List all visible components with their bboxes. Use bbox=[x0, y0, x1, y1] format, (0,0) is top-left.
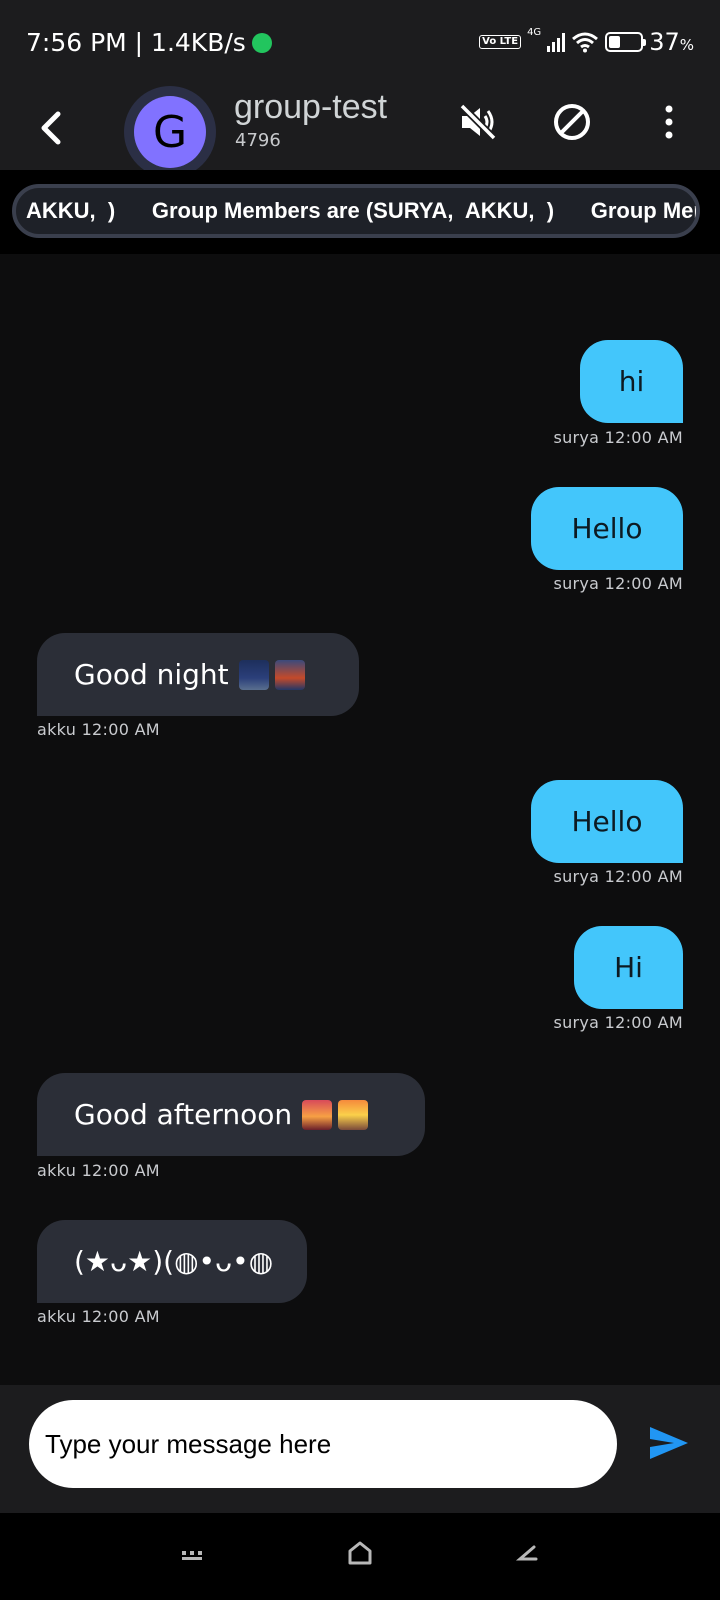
home-icon bbox=[348, 1541, 372, 1565]
message-text: (★ᴗ★)(◍•ᴗ•◍ bbox=[74, 1245, 274, 1278]
message-bubble-incoming[interactable]: (★ᴗ★)(◍•ᴗ•◍ bbox=[37, 1220, 307, 1303]
back-button[interactable] bbox=[30, 102, 74, 154]
status-right: Vo LTE 4G 37% bbox=[479, 26, 694, 56]
send-icon bbox=[650, 1427, 688, 1459]
message-text: Hello bbox=[571, 805, 643, 838]
message-meta: surya 12:00 AM bbox=[553, 428, 683, 447]
members-marquee-text: AKKU, ) Group Members are (SURYA, AKKU, … bbox=[26, 198, 700, 223]
night-city-emoji bbox=[238, 659, 269, 690]
message-bubble-incoming[interactable]: Good afternoon bbox=[37, 1073, 425, 1156]
battery-fill bbox=[609, 36, 621, 48]
group-code: 4796 bbox=[235, 130, 281, 151]
group-name[interactable]: group-test bbox=[234, 88, 387, 127]
status-time-speed: 7:56 PM | 1.4KB/s bbox=[26, 28, 246, 57]
message-text: Hello bbox=[571, 512, 643, 545]
message-bubble-outgoing[interactable]: Hi bbox=[574, 926, 683, 1009]
message-meta: akku 12:00 AM bbox=[37, 1307, 160, 1326]
members-marquee-bar: AKKU, ) Group Members are (SURYA, AKKU, … bbox=[0, 170, 720, 254]
message-text: Good afternoon bbox=[74, 1098, 293, 1131]
chat-header: G group-test 4796 bbox=[0, 86, 720, 178]
message-input[interactable] bbox=[29, 1400, 617, 1488]
signal-icon bbox=[547, 32, 566, 52]
volte-badge: Vo LTE bbox=[479, 35, 522, 49]
more-vert-icon bbox=[665, 105, 673, 139]
members-marquee: AKKU, ) Group Members are (SURYA, AKKU, … bbox=[12, 184, 700, 238]
message-text: Good night bbox=[74, 658, 229, 691]
sunrise-over-mountains-emoji bbox=[338, 1099, 369, 1130]
recents-icon bbox=[182, 1551, 202, 1560]
message-meta: surya 12:00 AM bbox=[553, 574, 683, 593]
composer-bar bbox=[0, 1385, 720, 1513]
message-meta: surya 12:00 AM bbox=[553, 867, 683, 886]
battery-icon bbox=[605, 32, 647, 52]
mute-icon bbox=[459, 103, 497, 141]
city-sunset-emoji bbox=[302, 1099, 333, 1130]
message-text: Hi bbox=[614, 951, 643, 984]
battery-percent: 37% bbox=[649, 28, 694, 56]
wifi-icon bbox=[572, 32, 599, 53]
send-button[interactable] bbox=[646, 1421, 692, 1465]
message-bubble-incoming[interactable]: Good night bbox=[37, 633, 359, 716]
block-button[interactable] bbox=[550, 100, 594, 144]
message-meta: akku 12:00 AM bbox=[37, 1161, 160, 1180]
network-type: 4G bbox=[527, 26, 542, 38]
message-meta: surya 12:00 AM bbox=[553, 1013, 683, 1032]
app-notification-icon bbox=[251, 32, 272, 53]
more-options-button[interactable] bbox=[654, 100, 684, 144]
group-avatar[interactable]: G bbox=[134, 96, 206, 168]
bridge-at-night-emoji bbox=[274, 659, 305, 690]
system-nav-bar bbox=[0, 1513, 720, 1600]
message-bubble-outgoing[interactable]: Hello bbox=[531, 487, 683, 570]
back-nav-icon bbox=[515, 1545, 538, 1561]
mute-button[interactable] bbox=[456, 100, 500, 144]
block-icon bbox=[554, 104, 590, 140]
message-bubble-outgoing[interactable]: Hello bbox=[531, 780, 683, 863]
home-button[interactable] bbox=[346, 1539, 374, 1567]
back-icon bbox=[41, 111, 61, 145]
status-left: 7:56 PM | 1.4KB/s bbox=[26, 28, 272, 57]
message-text: hi bbox=[618, 365, 645, 398]
recents-button[interactable] bbox=[180, 1543, 204, 1567]
status-bar: 7:56 PM | 1.4KB/s Vo LTE 4G 37% bbox=[0, 0, 720, 86]
back-nav-button[interactable] bbox=[514, 1541, 540, 1567]
message-bubble-outgoing[interactable]: hi bbox=[580, 340, 683, 423]
message-meta: akku 12:00 AM bbox=[37, 720, 160, 739]
